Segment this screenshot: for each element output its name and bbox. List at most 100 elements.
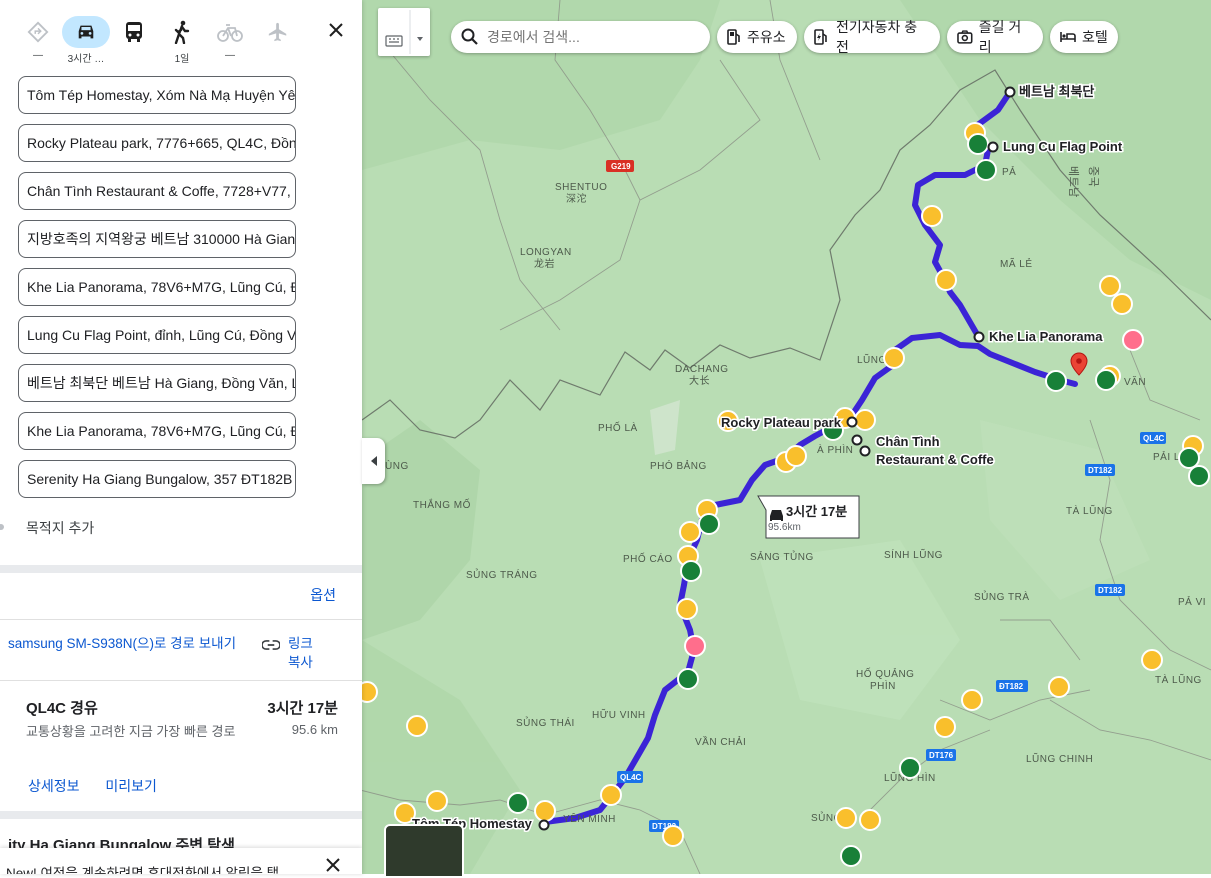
road-label-g219: G219 bbox=[611, 162, 631, 171]
stop-input-6[interactable]: Lung Cu Flag Point, đỉnh, Lũng Cú, Đồng … bbox=[18, 316, 296, 354]
separator bbox=[0, 619, 362, 620]
mode-driving[interactable]: 3시간 … bbox=[62, 16, 110, 65]
callout-distance: 95.6km bbox=[768, 522, 801, 533]
best-route-icon bbox=[14, 16, 62, 48]
area-label: SỦNG TRÀ bbox=[974, 590, 1030, 603]
mode-flights[interactable] bbox=[254, 16, 302, 62]
chip-label: 전기자동차 충전 bbox=[835, 19, 918, 55]
place-label-khe-lia[interactable]: Khe Lia Panorama bbox=[988, 328, 1105, 346]
walking-icon bbox=[158, 16, 206, 48]
options-button[interactable]: 옵션 bbox=[310, 585, 336, 605]
bicycle-icon bbox=[206, 16, 254, 48]
mode-best-label: — bbox=[33, 50, 43, 61]
stop-input-7[interactable]: 베트남 최북단 베트남 Hà Giang, Đồng Văn, Lũng Cú bbox=[18, 364, 296, 402]
road-shield-ql4c: QL4C bbox=[617, 771, 643, 783]
separator bbox=[0, 680, 362, 681]
route-callout[interactable]: 3시간 17분 95.6km bbox=[757, 495, 860, 539]
stop-input-3[interactable]: Chân Tình Restaurant & Coffe, 7728+V77, … bbox=[18, 172, 296, 210]
road-label-dt182: DT182 bbox=[1088, 466, 1113, 475]
preview-link[interactable]: 미리보기 bbox=[105, 778, 157, 794]
chip-things-to-do[interactable]: 즐길 거리 bbox=[947, 19, 1043, 55]
send-to-device-link[interactable]: samsung SM-S938N(으)로 경로 보내기 bbox=[8, 634, 240, 653]
area-label: VĂN bbox=[1124, 375, 1146, 388]
mode-cycling[interactable]: — bbox=[206, 16, 254, 62]
search-along-route[interactable] bbox=[451, 21, 710, 53]
search-input[interactable] bbox=[485, 28, 699, 46]
airplane-icon bbox=[254, 16, 302, 48]
country-label-china: 중국 bbox=[1087, 166, 1099, 187]
collapse-panel-button[interactable] bbox=[362, 438, 385, 484]
area-label: TÀ LŨNG bbox=[1155, 673, 1202, 686]
chevron-down-icon bbox=[417, 37, 423, 41]
section-divider bbox=[0, 565, 362, 573]
stop-input-5[interactable]: Khe Lia Panorama, 78V6+M7G, Lũng Cú, Đồn… bbox=[18, 268, 296, 306]
terrain-shading bbox=[362, 0, 1211, 874]
place-label-chan-tinh-2[interactable]: Restaurant & Coffe bbox=[875, 451, 996, 469]
chip-label: 주유소 bbox=[747, 29, 786, 45]
stop-input-9[interactable]: Serenity Ha Giang Bungalow, 357 ĐT182B bbox=[18, 460, 296, 498]
add-destination-button[interactable]: 목적지 추가 bbox=[26, 518, 94, 538]
mode-walking[interactable]: 1일 bbox=[158, 16, 206, 65]
close-directions-button[interactable] bbox=[324, 18, 348, 42]
area-label: SÍNH LŨNG bbox=[884, 548, 943, 561]
mode-transit[interactable] bbox=[110, 16, 158, 62]
road-label-dt182: DT182 bbox=[1098, 586, 1123, 595]
close-icon bbox=[329, 23, 343, 37]
place-label-chan-tinh[interactable]: Chân Tình bbox=[875, 433, 942, 451]
road-label-ql4c: QL4C bbox=[1143, 434, 1165, 443]
stop-input-2[interactable]: Rocky Plateau park, 7776+665, QL4C, Đồng… bbox=[18, 124, 296, 162]
input-tools-button[interactable] bbox=[378, 8, 430, 56]
stop-input-4[interactable]: 지방호족의 지역왕궁 베트남 310000 Hà Giang bbox=[18, 220, 296, 258]
route-actions: 상세정보 미리보기 bbox=[28, 776, 179, 796]
area-label: LŨNG CHINH bbox=[1026, 752, 1093, 765]
mode-best[interactable]: — bbox=[14, 16, 62, 62]
route-duration: 3시간 17분 bbox=[267, 700, 338, 717]
area-label: LONGYAN bbox=[520, 247, 572, 258]
mode-walking-label: 1일 bbox=[174, 54, 190, 65]
area-label: PHÓ BẢNG bbox=[650, 459, 707, 472]
search-icon bbox=[461, 28, 478, 45]
area-label: HỮU VINH bbox=[592, 708, 646, 721]
area-label: THẮNG MỐ bbox=[413, 497, 471, 511]
gas-station-icon bbox=[727, 29, 740, 45]
chip-ev-charging[interactable]: 전기자동차 충전 bbox=[804, 19, 940, 55]
pin-dot bbox=[1076, 358, 1082, 364]
area-label: MÃ LẺ bbox=[1000, 257, 1033, 270]
area-label: PẢ VI bbox=[1178, 595, 1206, 608]
chip-gas-station[interactable]: 주유소 bbox=[717, 21, 797, 53]
add-destination-dot bbox=[0, 524, 4, 530]
street-view-thumbnail[interactable] bbox=[384, 824, 464, 878]
dismiss-toast-button[interactable] bbox=[326, 858, 340, 874]
area-label: YÊN MINH bbox=[563, 812, 616, 825]
chevron-left-icon bbox=[370, 456, 377, 466]
area-label: À PHÌN bbox=[817, 443, 853, 456]
area-label: 龙岩 bbox=[534, 257, 555, 270]
area-label: PHÌN bbox=[870, 679, 896, 692]
route-title[interactable]: QL4C 경유 bbox=[26, 697, 98, 718]
stop-input-1[interactable]: Tôm Tép Homestay, Xóm Nà Mạ Huyện Yên Mi… bbox=[18, 76, 296, 114]
map-graphics: G219 QL4C QL4C DT182 DT182 ĐT182 DT176 D… bbox=[362, 0, 1211, 874]
place-label-lung-cu[interactable]: Lung Cu Flag Point bbox=[1002, 138, 1125, 156]
area-label: DACHANG bbox=[675, 364, 729, 375]
road-shield-dt182-2: DT182 bbox=[1095, 584, 1125, 596]
area-label: 深沱 bbox=[566, 192, 587, 205]
chip-label: 호텔 bbox=[1082, 29, 1108, 45]
road-label-dt182: ĐT182 bbox=[999, 682, 1024, 691]
copy-link-label: 링크 복사 bbox=[288, 636, 313, 670]
chip-label: 즐길 거리 bbox=[978, 19, 1022, 55]
copy-link-button[interactable]: 링크 복사 bbox=[262, 634, 342, 672]
place-label-rocky-plateau[interactable]: Rocky Plateau park bbox=[720, 414, 844, 432]
map-canvas[interactable]: G219 QL4C QL4C DT182 DT182 ĐT182 DT176 D… bbox=[362, 0, 1211, 874]
details-link[interactable]: 상세정보 bbox=[28, 778, 80, 794]
destination-pin-icon[interactable] bbox=[1070, 352, 1088, 376]
route-distance: 95.6 km bbox=[291, 722, 338, 737]
travel-mode-bar: — 3시간 … 1일 — bbox=[14, 10, 350, 70]
stop-input-8[interactable]: Khe Lia Panorama, 78V6+M7G, Lũng Cú, Đồn… bbox=[18, 412, 296, 450]
keyboard-icon bbox=[385, 35, 403, 47]
place-label-northernmost[interactable]: 베트남 최북단 bbox=[1018, 83, 1096, 101]
area-label: HỐ QUẢNG bbox=[856, 666, 914, 680]
area-label: SỦNG THÁI bbox=[516, 716, 575, 729]
link-icon bbox=[262, 640, 280, 650]
mode-flights-label bbox=[254, 50, 302, 62]
chip-hotels[interactable]: 호텔 bbox=[1050, 21, 1118, 53]
